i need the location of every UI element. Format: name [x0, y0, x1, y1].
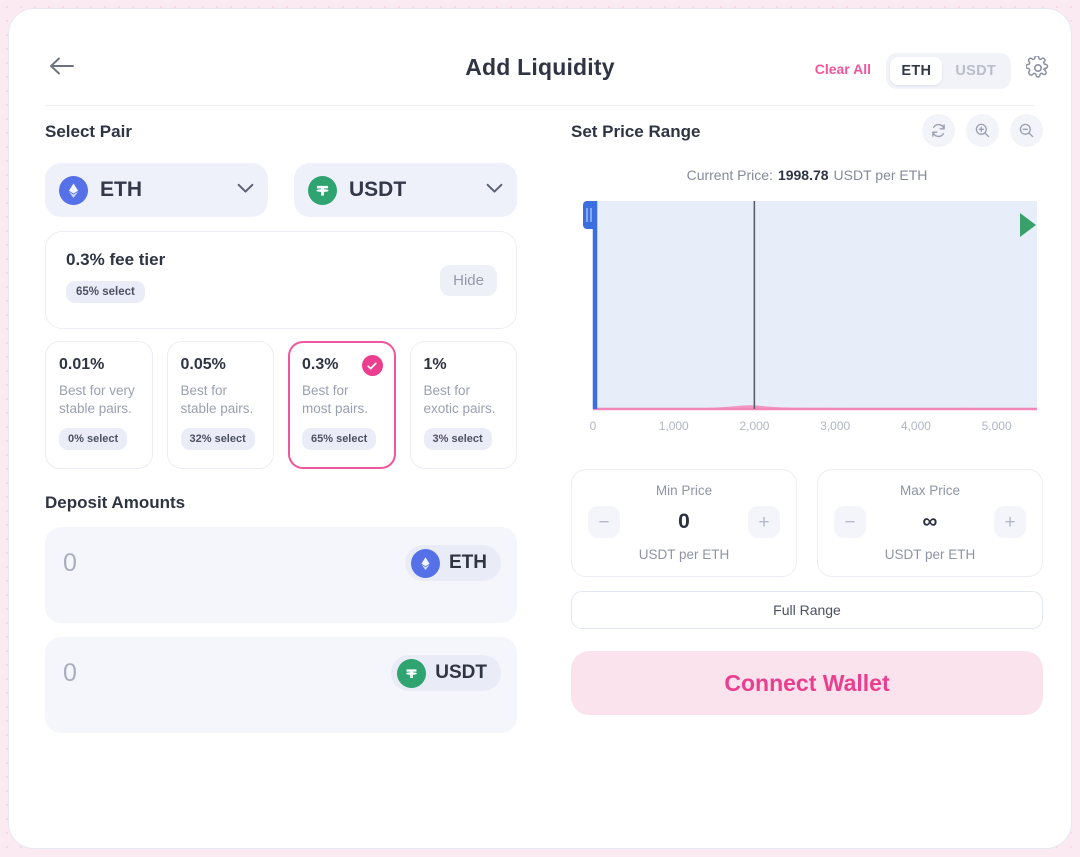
token-view-toggle[interactable]: ETH USDT — [886, 53, 1011, 89]
tether-glyph-icon — [403, 665, 420, 682]
min-price-label: Min Price — [584, 483, 784, 498]
fee-tier-description: Best for most pairs. — [302, 382, 382, 418]
x-axis-tick-label: 0 — [590, 419, 597, 433]
fee-tier-option-0-05[interactable]: 0.05% Best for stable pairs. 32% select — [167, 341, 275, 469]
fee-tier-description: Best for stable pairs. — [181, 382, 261, 418]
clear-all-button[interactable]: Clear All — [815, 61, 871, 77]
zoom-in-button[interactable] — [966, 114, 999, 147]
left-range-handle — [583, 201, 597, 229]
current-price-unit: USDT per ETH — [834, 167, 928, 183]
deposit-amount-usdt[interactable]: 0 — [63, 659, 77, 688]
settings-button[interactable] — [1023, 53, 1053, 83]
chevron-down-icon — [486, 181, 503, 199]
zoom-out-icon — [1018, 122, 1035, 139]
max-price-unit: USDT per ETH — [830, 547, 1030, 562]
token-a-selector[interactable]: ETH — [45, 163, 268, 217]
deposit-amounts-title: Deposit Amounts — [45, 493, 517, 513]
pair-selectors: ETH USDT — [45, 163, 517, 217]
current-price-value: 1998.78 — [778, 167, 829, 183]
header: Add Liquidity Clear All ETH USDT — [9, 9, 1071, 105]
chevron-down-icon — [237, 181, 254, 199]
x-axis-tick-label: 3,000 — [820, 419, 850, 433]
chart-plot-area[interactable] — [571, 199, 1043, 417]
current-price-label: Current Price: — [687, 167, 773, 183]
zoom-in-icon — [974, 122, 991, 139]
tether-icon — [397, 659, 426, 688]
deposit-token-symbol: USDT — [435, 662, 487, 684]
select-pair-title: Select Pair — [45, 122, 517, 142]
ethereum-icon — [59, 176, 88, 205]
fee-tier-percent: 0.01% — [59, 356, 139, 374]
fee-tier-select-badge: 32% select — [181, 428, 255, 450]
fee-tier-options: 0.01% Best for very stable pairs. 0% sel… — [45, 341, 517, 469]
selected-range-band — [593, 201, 1037, 409]
fee-tier-description: Best for exotic pairs. — [424, 382, 504, 418]
tether-icon — [308, 176, 337, 205]
token-a-symbol: ETH — [100, 178, 225, 202]
left-column: Select Pair ETH — [45, 122, 517, 733]
fee-tier-percent: 1% — [424, 356, 504, 374]
hide-fee-tiers-button[interactable]: Hide — [440, 265, 497, 296]
max-price-value[interactable]: ∞ — [866, 510, 994, 534]
min-price-decrement[interactable]: − — [588, 506, 620, 538]
fee-tier-option-0-01[interactable]: 0.01% Best for very stable pairs. 0% sel… — [45, 341, 153, 469]
ethereum-icon — [411, 549, 440, 578]
max-price-decrement[interactable]: − — [834, 506, 866, 538]
zoom-out-button[interactable] — [1010, 114, 1043, 147]
deposit-row-usdt[interactable]: 0 USDT — [45, 637, 517, 733]
current-price: Current Price: 1998.78 USDT per ETH — [571, 167, 1043, 183]
fee-tier-description: Best for very stable pairs. — [59, 382, 139, 418]
max-price-card: Max Price − ∞ + USDT per ETH — [817, 469, 1043, 577]
liquidity-chart[interactable]: 0 1,000 2,000 3,000 4,000 5,000 — [571, 199, 1043, 449]
chart-tools — [922, 114, 1043, 147]
full-range-button[interactable]: Full Range — [571, 591, 1043, 629]
price-range-inputs: Min Price − 0 + USDT per ETH Max Price −… — [571, 469, 1043, 577]
max-price-label: Max Price — [830, 483, 1030, 498]
min-price-unit: USDT per ETH — [584, 547, 784, 562]
header-divider — [45, 105, 1035, 106]
fee-tier-select-badge: 65% select — [302, 428, 376, 450]
fee-tier-label: 0.3% fee tier — [66, 250, 496, 270]
fee-tier-select-badge: 3% select — [424, 428, 492, 450]
deposit-row-eth[interactable]: 0 ETH — [45, 527, 517, 623]
chart-x-axis: 0 1,000 2,000 3,000 4,000 5,000 — [571, 419, 1043, 443]
right-column: Set Price Range — [571, 122, 1043, 715]
deposit-token-symbol: ETH — [449, 552, 487, 574]
min-price-increment[interactable]: + — [748, 506, 780, 538]
fee-tier-summary: 0.3% fee tier 65% select Hide — [45, 231, 517, 329]
refresh-button[interactable] — [922, 114, 955, 147]
x-axis-tick-label: 5,000 — [982, 419, 1012, 433]
deposit-token-usdt[interactable]: USDT — [391, 655, 501, 691]
token-b-symbol: USDT — [349, 178, 474, 202]
chart-svg — [571, 199, 1043, 417]
token-b-selector[interactable]: USDT — [294, 163, 517, 217]
min-price-value[interactable]: 0 — [620, 510, 748, 534]
x-axis-tick-label: 2,000 — [739, 419, 769, 433]
gear-icon — [1026, 56, 1050, 80]
fee-tier-percent: 0.05% — [181, 356, 261, 374]
connect-wallet-button[interactable]: Connect Wallet — [571, 651, 1043, 715]
fee-tier-select-badge: 65% select — [66, 281, 145, 303]
tether-glyph-icon — [313, 181, 332, 200]
x-axis-tick-label: 1,000 — [659, 419, 689, 433]
refresh-icon — [930, 122, 947, 139]
deposit-token-eth[interactable]: ETH — [405, 545, 501, 581]
max-price-increment[interactable]: + — [994, 506, 1026, 538]
fee-tier-option-0-3[interactable]: 0.3% Best for most pairs. 65% select — [288, 341, 396, 469]
add-liquidity-card: Add Liquidity Clear All ETH USDT Select … — [8, 8, 1072, 849]
ethereum-glyph-icon — [418, 556, 433, 571]
min-price-card: Min Price − 0 + USDT per ETH — [571, 469, 797, 577]
x-axis-tick-label: 4,000 — [901, 419, 931, 433]
ethereum-glyph-icon — [65, 182, 82, 199]
toggle-option-eth[interactable]: ETH — [890, 57, 942, 85]
toggle-option-usdt[interactable]: USDT — [944, 57, 1007, 85]
deposit-amount-eth[interactable]: 0 — [63, 549, 77, 578]
fee-tier-select-badge: 0% select — [59, 428, 127, 450]
fee-tier-option-1[interactable]: 1% Best for exotic pairs. 3% select — [410, 341, 518, 469]
check-circle-icon — [362, 355, 383, 376]
